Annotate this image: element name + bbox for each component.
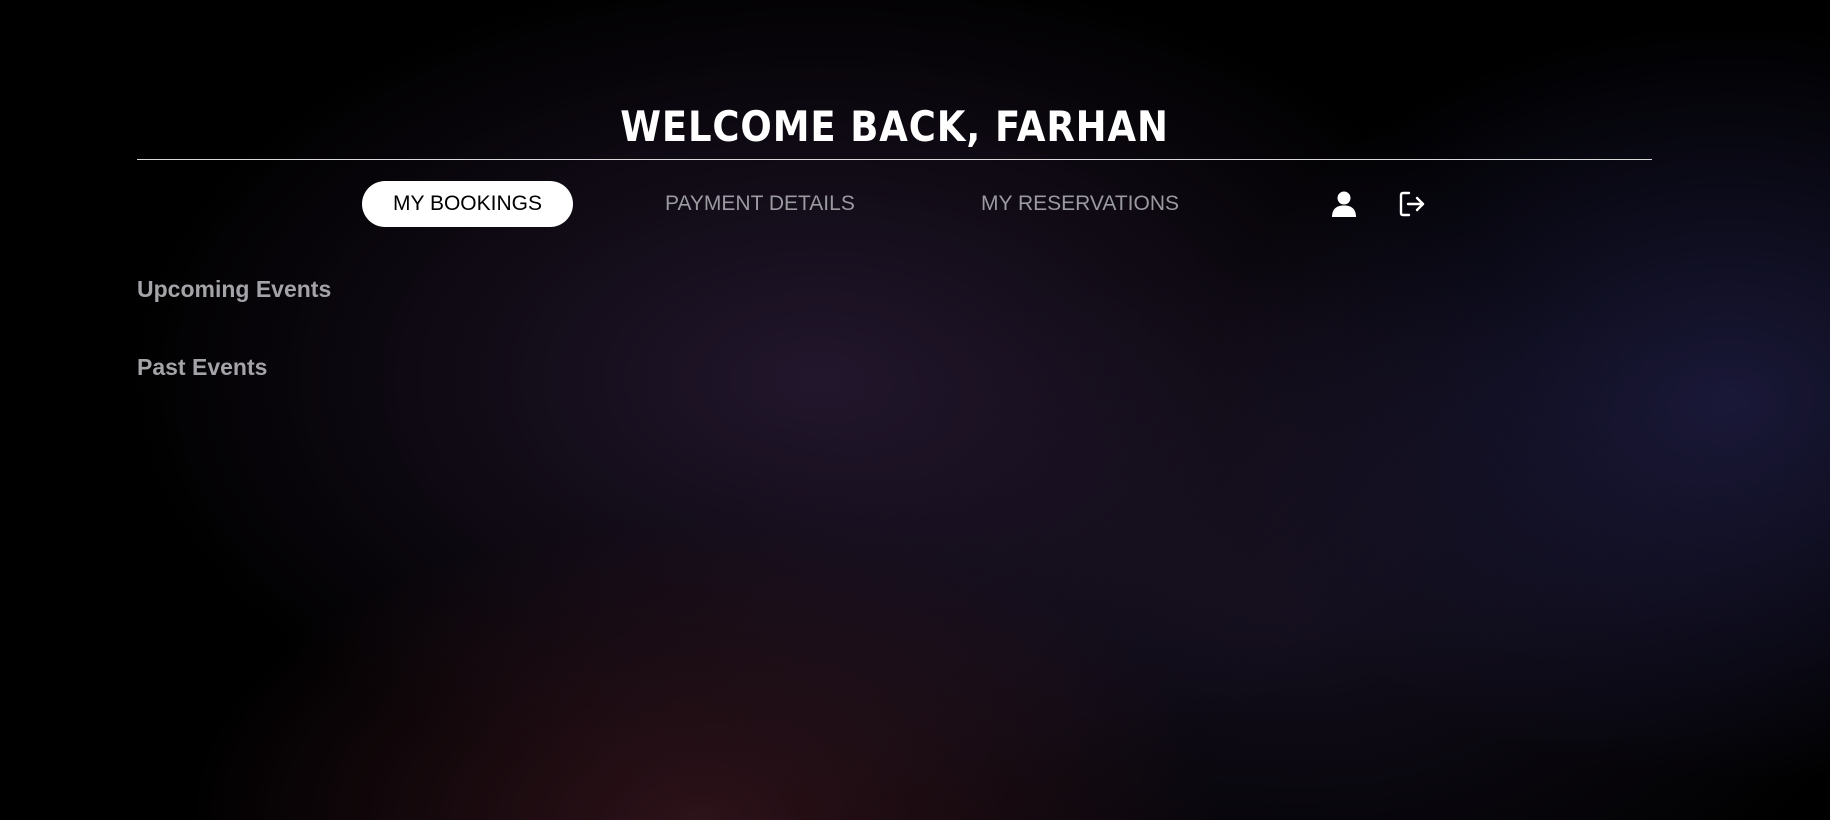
page-title: WELCOME BACK, FARHAN (620, 102, 1169, 151)
tab-payment-details[interactable]: PAYMENT DETAILS (665, 181, 855, 227)
past-events-section[interactable]: Past Events (137, 354, 267, 381)
profile-button[interactable] (1327, 187, 1361, 221)
user-icon (1332, 191, 1356, 217)
logout-icon (1399, 191, 1425, 217)
logout-button[interactable] (1395, 187, 1429, 221)
upcoming-events-section[interactable]: Upcoming Events (137, 276, 331, 303)
tab-my-bookings[interactable]: MY BOOKINGS (362, 181, 573, 227)
title-divider (137, 159, 1652, 160)
tab-my-reservations[interactable]: MY RESERVATIONS (981, 181, 1179, 227)
